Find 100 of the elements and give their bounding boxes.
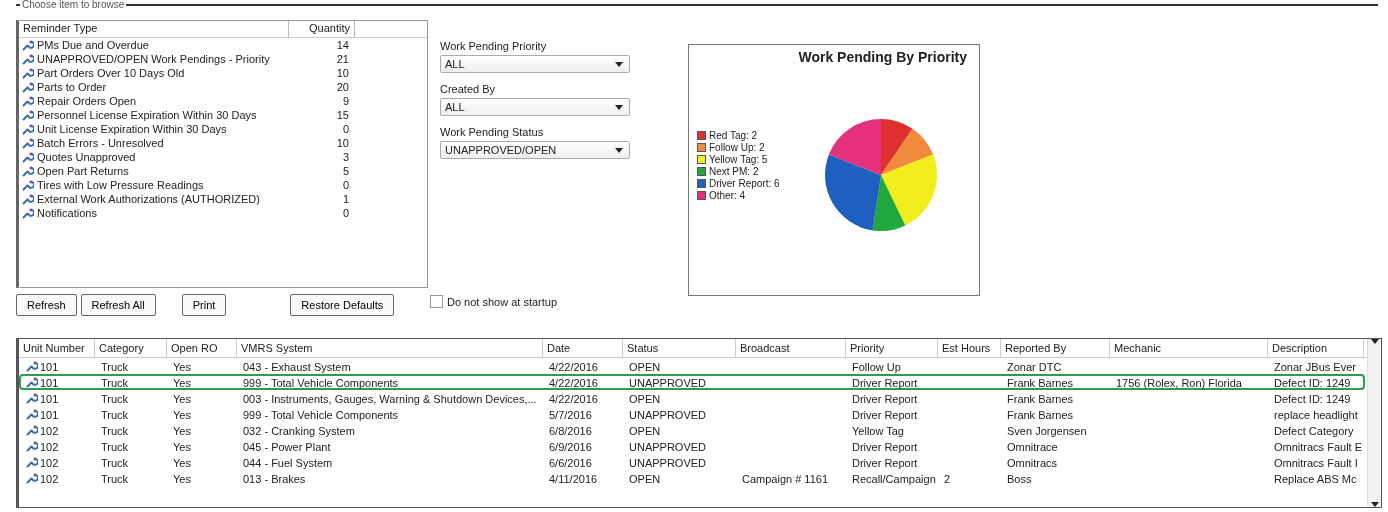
- quantity-cell-text: 9: [341, 95, 350, 107]
- quantity-cell-text: 0: [341, 179, 350, 191]
- list-item[interactable]: Unit License Expiration Within 30 Days: [37, 123, 227, 135]
- table-cell: 101: [40, 376, 59, 389]
- table-cell: Yes: [173, 360, 191, 373]
- legend-label: Follow Up: 2: [709, 141, 765, 153]
- table-cell: Truck: [101, 472, 129, 485]
- table-row[interactable]: 102 Truck Yes 013 - Brakes 4/11/2016 OPEN Campaign # 1161 Recall/Campaign 2 Boss Replace ABS Mc: [19, 470, 1365, 486]
- table-cell: 102: [40, 424, 59, 437]
- table-row[interactable]: 101 Truck Yes 999 - Total Vehicle Components 5/7/2016 UNAPPROVED Driver Report Frank Barnes replace headlight: [19, 406, 1365, 422]
- table-cell: Frank Barnes: [1007, 392, 1074, 405]
- wrench-icon: [21, 150, 34, 164]
- caret-icon: [615, 61, 623, 67]
- list-item[interactable]: Part Orders Over 10 Days Old: [37, 67, 185, 79]
- list-item[interactable]: Quotes Unapproved: [37, 151, 136, 163]
- legend-label: Next PM: 2: [709, 165, 759, 177]
- quantity-cell-text: 3: [341, 151, 350, 163]
- quantity-cell-text: 5: [341, 165, 350, 177]
- table-cell: Driver Report: [852, 456, 918, 469]
- table-row[interactable]: 102 Truck Yes 045 - Power Plant 6/9/2016 UNAPPROVED Driver Report Omnitrace Omnitracs Fault E: [19, 438, 1365, 454]
- column-header[interactable]: Est Hours: [938, 339, 1001, 357]
- chart-title: Work Pending By Priority: [797, 48, 968, 65]
- column-header[interactable]: Priority: [846, 339, 938, 357]
- list-item[interactable]: Batch Errors - Unresolved: [37, 137, 164, 149]
- table-row[interactable]: 101 Truck Yes 003 - Instruments, Gauges, Warning & Shutdown Devices,... 4/22/2016 OPEN Driver Report Frank Barnes Defect ID: 1249: [19, 390, 1365, 406]
- wrench-icon: [21, 66, 34, 80]
- table-cell: 999 - Total Vehicle Components: [243, 408, 399, 421]
- wrench-icon: [25, 440, 38, 453]
- list-item[interactable]: UNAPPROVED/OPEN Work Pendings - Priority: [37, 53, 270, 65]
- quantity-cell-text: 10: [335, 67, 350, 79]
- list-item[interactable]: Notifications: [37, 207, 97, 219]
- table-cell: 1756 (Rolex, Ron) Florida: [1116, 376, 1242, 389]
- table-cell: OPEN: [629, 424, 661, 437]
- action-button[interactable]: Restore Defaults: [290, 294, 395, 316]
- wrench-icon: [21, 108, 34, 122]
- column-header[interactable]: Description: [1268, 339, 1364, 357]
- column-header[interactable]: VMRS System: [237, 339, 543, 357]
- wrench-icon: [25, 472, 38, 485]
- table-row[interactable]: 102 Truck Yes 032 - Cranking System 6/8/2016 OPEN Yellow Tag Sven Jorgensen Defect Category: [19, 422, 1365, 438]
- caret-icon: [615, 104, 623, 110]
- list-item[interactable]: Open Part Returns: [37, 165, 129, 177]
- table-cell: Truck: [101, 456, 129, 469]
- table-cell: OPEN: [629, 472, 661, 485]
- column-header[interactable]: Reported By: [1001, 339, 1110, 357]
- wrench-icon: [21, 80, 34, 94]
- table-cell: Truck: [101, 408, 129, 421]
- dropdown[interactable]: ALL: [440, 55, 630, 73]
- column-header[interactable]: Reminder Type: [19, 21, 289, 37]
- dropdown[interactable]: ALL: [440, 98, 630, 116]
- table-cell: Driver Report: [852, 376, 918, 389]
- table-cell: 999 - Total Vehicle Components: [243, 376, 399, 389]
- table-cell: Driver Report: [852, 392, 918, 405]
- table-cell: Replace ABS Mc: [1274, 472, 1357, 485]
- table-cell: replace headlight: [1274, 408, 1358, 421]
- action-button[interactable]: Refresh: [16, 294, 77, 316]
- column-header[interactable]: Broadcast: [736, 339, 846, 357]
- list-item[interactable]: Repair Orders Open: [37, 95, 137, 107]
- column-header[interactable]: Mechanic: [1110, 339, 1268, 357]
- table-cell: UNAPPROVED: [629, 456, 707, 469]
- wrench-icon: [25, 376, 38, 389]
- scrollbar[interactable]: [1367, 339, 1381, 507]
- table-cell: 101: [40, 408, 59, 421]
- table-cell: UNAPPROVED: [629, 376, 707, 389]
- caret-icon: [1370, 339, 1379, 344]
- column-header[interactable]: Quantity: [289, 21, 355, 37]
- table-row[interactable]: 102 Truck Yes 044 - Fuel System 6/6/2016 UNAPPROVED Driver Report Omnitracs Omnitracs Fault I: [19, 454, 1365, 470]
- table-cell: 043 - Exhaust System: [243, 360, 351, 373]
- column-header[interactable]: Status: [623, 339, 736, 357]
- table-cell: Defect ID: 1249: [1274, 392, 1351, 405]
- list-item[interactable]: PMs Due and Overdue: [37, 39, 149, 51]
- checkbox[interactable]: [430, 295, 443, 308]
- column-header[interactable]: Date: [543, 339, 623, 357]
- dropdown[interactable]: UNAPPROVED/OPEN: [440, 141, 630, 159]
- list-item[interactable]: Parts to Order: [37, 81, 107, 93]
- table-cell: Truck: [101, 440, 129, 453]
- table-cell: Campaign # 1161: [742, 472, 829, 485]
- checkbox-label: Do not show at startup: [447, 295, 558, 308]
- table-cell: 4/22/2016: [549, 376, 598, 389]
- column-header[interactable]: Category: [95, 339, 167, 357]
- caret-icon: [615, 147, 623, 153]
- list-item[interactable]: External Work Authorizations (AUTHORIZED): [37, 193, 260, 205]
- table-cell: Yes: [173, 392, 191, 405]
- table-cell: 102: [40, 440, 59, 453]
- wrench-icon: [25, 456, 38, 469]
- legend-label: Driver Report: 6: [709, 177, 780, 189]
- column-header[interactable]: Unit Number: [19, 339, 95, 357]
- list-item[interactable]: Personnel License Expiration Within 30 Days: [37, 109, 257, 121]
- quantity-cell-text: 14: [335, 39, 350, 51]
- table-cell: Truck: [101, 360, 129, 373]
- quantity-cell-text: 1: [341, 193, 350, 205]
- table-row[interactable]: 101 Truck Yes 999 - Total Vehicle Components 4/22/2016 UNAPPROVED Driver Report Frank Barnes 1756 (Rolex, Ron) Florida Defect ID: 1249: [19, 374, 1365, 390]
- table-row[interactable]: 101 Truck Yes 043 - Exhaust System 4/22/2016 OPEN Follow Up Zonar DTC Zonar JBus Ever: [19, 358, 1365, 374]
- list-item[interactable]: Tires with Low Pressure Readings: [37, 179, 204, 191]
- wrench-icon: [21, 206, 34, 220]
- wrench-icon: [21, 38, 34, 52]
- action-button[interactable]: Print: [181, 294, 227, 316]
- action-button[interactable]: Refresh All: [80, 294, 156, 316]
- column-header[interactable]: Open RO: [167, 339, 237, 357]
- table-cell: 101: [40, 360, 59, 373]
- table-cell: 102: [40, 456, 59, 469]
